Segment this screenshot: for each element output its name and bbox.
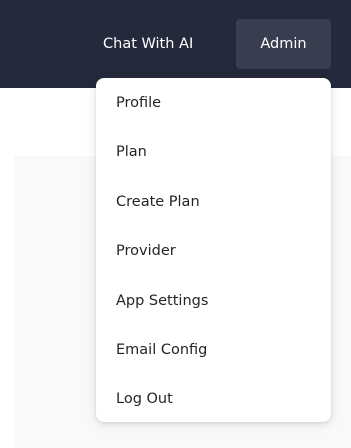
menu-item-app-settings[interactable]: App Settings (96, 281, 331, 330)
chat-with-ai-link[interactable]: Chat With AI (103, 32, 193, 56)
menu-item-plan[interactable]: Plan (96, 132, 331, 181)
menu-item-provider[interactable]: Provider (96, 231, 331, 280)
menu-item-log-out[interactable]: Log Out (96, 379, 331, 428)
top-navbar: Chat With AI Admin (0, 0, 351, 88)
menu-item-email-config[interactable]: Email Config (96, 330, 331, 379)
menu-item-create-plan[interactable]: Create Plan (96, 182, 331, 231)
admin-dropdown-button[interactable]: Admin (236, 19, 331, 69)
menu-item-profile[interactable]: Profile (96, 83, 331, 132)
admin-dropdown-menu: Profile Plan Create Plan Provider App Se… (96, 78, 331, 422)
